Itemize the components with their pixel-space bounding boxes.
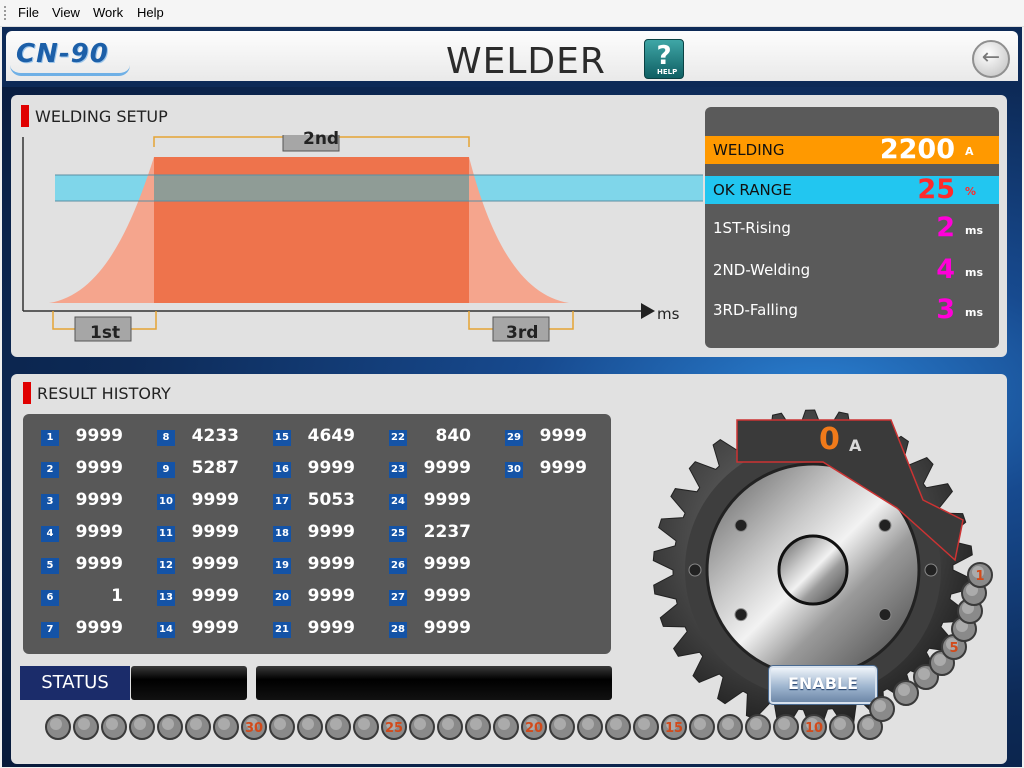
menu-view[interactable]: View [52,5,80,20]
result-dot-chain: 30 25 20 15 10 5 1 [45,562,993,740]
result-dot-highlight [638,718,650,730]
result-dot-highlight [442,718,454,730]
result-dot-highlight [190,718,202,730]
result-dot-highlight [498,718,510,730]
result-dot-highlight [874,700,886,712]
dot-label: 30 [245,721,263,736]
result-dot-highlight [898,684,910,696]
dot-label: 25 [385,721,403,736]
dot-label: 15 [665,721,683,736]
menu-bar: File View Work Help [0,0,1024,27]
result-dot-highlight [554,718,566,730]
result-dot-highlight [582,718,594,730]
menu-help[interactable]: Help [137,5,164,20]
menu-file[interactable]: File [18,5,39,20]
result-dot-highlight [78,718,90,730]
result-dot-highlight [694,718,706,730]
result-dot-highlight [218,718,230,730]
dot-label: 10 [805,721,823,736]
result-dot-highlight [610,718,622,730]
result-dot-highlight [778,718,790,730]
result-dot-highlight [834,718,846,730]
result-dot-highlight [470,718,482,730]
result-dot-highlight [134,718,146,730]
result-dot-highlight [750,718,762,730]
menu-grip [4,6,8,20]
result-dot-highlight [106,718,118,730]
result-dot-highlight [302,718,314,730]
result-dot-highlight [330,718,342,730]
menu-work[interactable]: Work [93,5,123,20]
result-dot-highlight [274,718,286,730]
app-window: CN-90 WELDER ? HELP ← WELDING SETUP 2nd … [2,27,1022,767]
result-dot-highlight [358,718,370,730]
dot-label: 5 [949,641,958,656]
result-dot-highlight [934,654,946,666]
dot-label: 20 [525,721,543,736]
result-dot-highlight [50,718,62,730]
result-dot-highlight [918,668,930,680]
result-dot-highlight [162,718,174,730]
result-dot-highlight [722,718,734,730]
dot-label: 1 [975,569,984,584]
result-dot-highlight [414,718,426,730]
result-dot-highlight [862,718,874,730]
